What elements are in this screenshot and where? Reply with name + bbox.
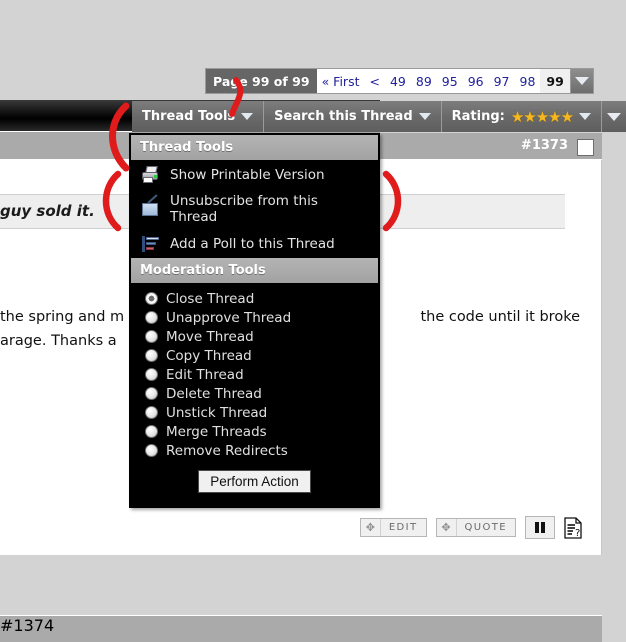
moderation-options-list: Close Thread Unapprove Thread Move Threa…	[131, 283, 378, 464]
moderation-option-label: Edit Thread	[166, 366, 244, 383]
move-arrows-icon: ✥	[437, 519, 457, 536]
radio-icon[interactable]	[145, 425, 158, 438]
chevron-down-icon	[418, 113, 431, 120]
moderation-option-merge-threads[interactable]: Merge Threads	[145, 422, 378, 441]
moderation-option-edit-thread[interactable]: Edit Thread	[145, 365, 378, 384]
moderation-option-unstick-thread[interactable]: Unstick Thread	[145, 403, 378, 422]
current-page-label: Page 99 of 99	[206, 69, 317, 93]
radio-icon[interactable]	[145, 311, 158, 324]
post-action-buttons: ✥ EDIT ✥ QUOTE ?	[359, 516, 583, 539]
chevron-down-icon	[579, 113, 592, 120]
moderation-option-label: Remove Redirects	[166, 442, 288, 459]
menu-item-unsubscribe-from-thread[interactable]: Unsubscribe from this Thread	[131, 189, 378, 229]
page-link-89[interactable]: 89	[411, 69, 437, 93]
radio-icon[interactable]	[145, 349, 158, 362]
moderation-option-copy-thread[interactable]: Copy Thread	[145, 346, 378, 365]
page-navigation: Page 99 of 99 « First < 49 89 95 96 97 9…	[205, 68, 594, 94]
chevron-down-icon	[607, 112, 622, 121]
post-select-checkbox[interactable]	[577, 139, 594, 156]
thread-tools-button[interactable]: Thread Tools	[132, 101, 265, 132]
moderation-option-label: Unstick Thread	[166, 404, 268, 421]
move-arrows-icon: ✥	[361, 519, 381, 536]
moderation-option-label: Unapprove Thread	[166, 309, 292, 326]
page-link-97[interactable]: 97	[489, 69, 515, 93]
quote-button[interactable]: ✥ QUOTE	[435, 518, 516, 537]
thread-tools-dropdown-menu: Thread Tools Show Printable Version Unsu…	[129, 133, 380, 508]
moderation-option-remove-redirects[interactable]: Remove Redirects	[145, 441, 378, 460]
svg-text:?: ?	[575, 528, 580, 539]
mail-unsubscribe-icon	[140, 193, 161, 220]
chevron-down-icon	[241, 113, 254, 120]
first-page-link[interactable]: « First	[317, 69, 365, 93]
menu-item-show-printable-version[interactable]: Show Printable Version	[131, 160, 378, 189]
post-gap	[0, 556, 602, 614]
next-post-number: #1374	[0, 616, 55, 635]
radio-icon[interactable]	[145, 444, 158, 457]
thread-toolbar: Thread Tools Search this Thread Rating: …	[132, 101, 626, 132]
menu-title-thread-tools: Thread Tools	[131, 135, 378, 160]
post-number: #1373	[520, 138, 568, 153]
prev-page-link[interactable]: <	[365, 69, 385, 93]
pause-button[interactable]	[525, 516, 555, 539]
menu-item-add-poll[interactable]: Add a Poll to this Thread	[131, 229, 378, 258]
menu-item-label: Add a Poll to this Thread	[170, 235, 335, 252]
post-text-left-1: the spring and m	[0, 309, 125, 325]
quote-text: guy sold it.	[0, 202, 95, 220]
search-thread-label: Search this Thread	[274, 109, 413, 124]
forum-page: #1373 guy sold it. the spring and m the …	[0, 0, 626, 642]
page-link-96[interactable]: 96	[463, 69, 489, 93]
moderation-option-close-thread[interactable]: Close Thread	[145, 289, 378, 308]
report-post-icon[interactable]: ?	[564, 516, 583, 539]
page-jump-dropdown-button[interactable]	[569, 69, 593, 93]
moderation-option-unapprove-thread[interactable]: Unapprove Thread	[145, 308, 378, 327]
toolbar-extra-dropdown-button[interactable]	[601, 101, 626, 132]
edit-button-label: EDIT	[388, 522, 418, 533]
post-text-right-1: the code until it broke	[420, 309, 580, 325]
poll-icon	[140, 233, 161, 254]
radio-icon[interactable]	[145, 292, 158, 305]
chevron-down-icon	[574, 77, 589, 85]
menu-item-label: Show Printable Version	[170, 166, 325, 183]
page-link-98[interactable]: 98	[515, 69, 541, 93]
next-post-header-row: #1374	[0, 615, 602, 642]
page-link-49[interactable]: 49	[385, 69, 411, 93]
thread-tools-label: Thread Tools	[142, 109, 236, 124]
radio-icon[interactable]	[145, 387, 158, 400]
rating-label: Rating:	[451, 109, 505, 124]
pause-icon	[535, 522, 539, 533]
pause-icon	[541, 522, 545, 533]
moderation-option-label: Merge Threads	[166, 423, 267, 440]
page-link-current: 99	[540, 69, 570, 93]
page-link-95[interactable]: 95	[437, 69, 463, 93]
perform-action-button[interactable]: Perform Action	[198, 470, 311, 493]
moderation-option-label: Move Thread	[166, 328, 254, 345]
moderation-option-label: Close Thread	[166, 290, 255, 307]
perform-action-wrapper: Perform Action	[131, 464, 378, 506]
search-thread-button[interactable]: Search this Thread	[264, 101, 442, 132]
menu-title-moderation-tools: Moderation Tools	[131, 258, 378, 283]
quote-button-label: QUOTE	[464, 522, 507, 533]
moderation-option-move-thread[interactable]: Move Thread	[145, 327, 378, 346]
menu-item-label: Unsubscribe from this Thread	[170, 193, 318, 225]
moderation-option-delete-thread[interactable]: Delete Thread	[145, 384, 378, 403]
printer-icon	[140, 164, 161, 185]
moderation-option-label: Delete Thread	[166, 385, 262, 402]
edit-button[interactable]: ✥ EDIT	[359, 518, 427, 537]
radio-icon[interactable]	[145, 406, 158, 419]
rating-button[interactable]: Rating: ★★★★★	[442, 101, 601, 132]
radio-icon[interactable]	[145, 368, 158, 381]
moderation-option-label: Copy Thread	[166, 347, 252, 364]
rating-stars: ★★★★★	[510, 107, 574, 126]
radio-icon[interactable]	[145, 330, 158, 343]
